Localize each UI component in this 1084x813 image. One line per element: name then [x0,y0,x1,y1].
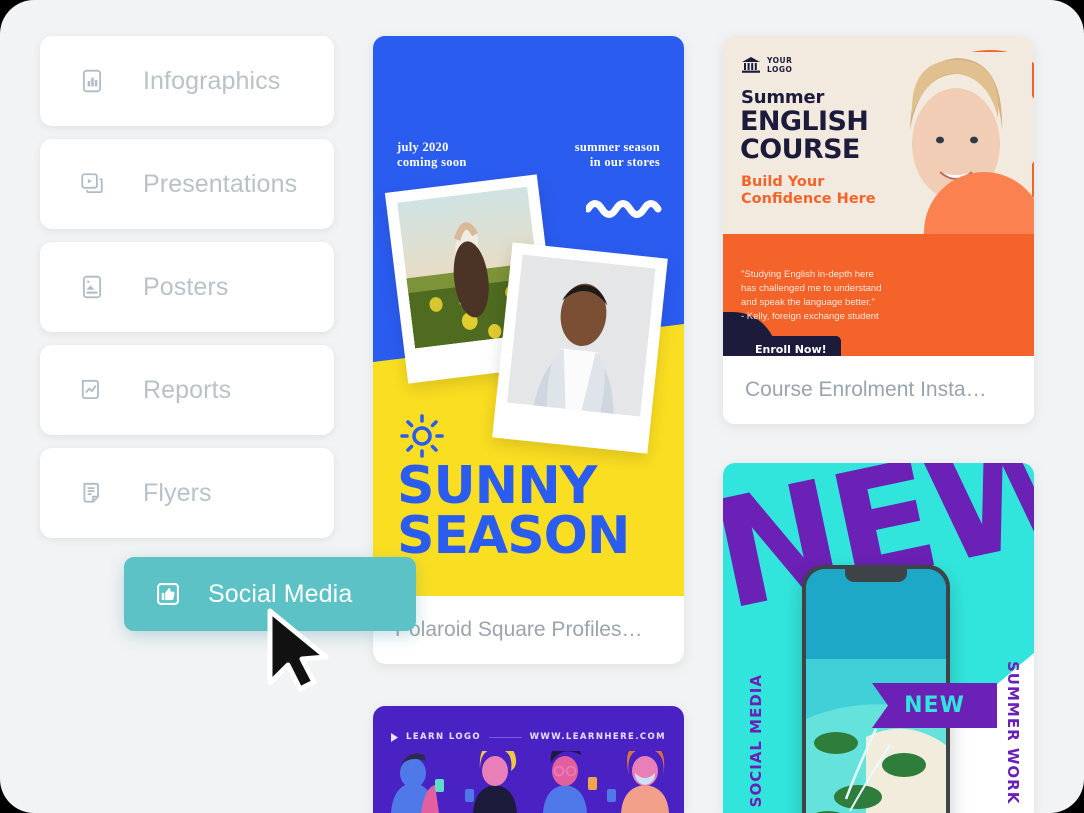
enroll-now-button[interactable]: Enroll Now! [741,336,841,356]
category-sidebar: Infographics Presentations Posters Repor… [40,36,334,551]
new-ribbon-label: NEW [904,693,965,718]
card-caption-text: Course Enrolment Insta… [745,378,987,401]
sidebar-item-presentations[interactable]: Presentations [40,139,334,229]
play-triangle-icon [391,732,398,742]
testimonial-line2: has challenged me to understand [741,283,882,294]
wave-squiggle-icon [586,200,662,218]
sunny-date-block: july 2020 coming soon [397,140,467,170]
sunny-title: SUNNY SEASON [397,456,630,566]
line-chart-icon [79,377,105,403]
brand-logo-line2: LOGO [767,65,793,74]
english-subtitle-line2: Confidence Here [741,191,876,207]
people-illustration [391,751,669,813]
sunny-store-block: summer season in our stores [575,140,660,170]
slides-stack-icon [79,171,105,197]
sidebar-item-label: Infographics [143,66,281,95]
sidebar-item-reports[interactable]: Reports [40,345,334,435]
new-summer-artwork: NEW NEW SOCIAL MEDIA SUMMER WORK [723,463,1034,813]
polaroid-photo-2 [492,242,668,454]
image-document-icon [79,274,105,300]
english-subtitle: Build Your Confidence Here [741,174,876,208]
sunny-date-line2: coming soon [397,155,467,169]
sidebar-item-infographics[interactable]: Infographics [40,36,334,126]
header-divider [488,736,522,738]
learn-header: LEARN LOGO WWW.LEARNHERE.COM [391,732,666,742]
testimonial-line3: and speak the language better." [741,297,875,308]
sidebar-item-label: Reports [143,375,232,404]
sunny-title-line1: SUNNY [397,456,597,516]
sun-icon [400,414,444,458]
sidebar-item-label: Posters [143,272,229,301]
bank-columns-icon [742,57,760,73]
sidebar-item-flyers[interactable]: Flyers [40,448,334,538]
vertical-social-media-label: SOCIAL MEDIA [747,673,765,807]
phone-notch [845,569,907,582]
learn-brand: LEARN LOGO [406,732,481,742]
sidebar-item-label: Social Media [208,579,353,608]
sidebar-item-label: Flyers [143,478,212,507]
english-title-line2: COURSE [740,134,860,165]
english-subtitle-line1: Build Your [741,174,825,190]
testimonial-attribution: - Kelly, foreign exchange student [741,311,879,322]
testimonial-line1: "Studying English in-depth here [741,269,874,280]
polaroid-photo-2-image [506,254,656,417]
sunny-artwork: july 2020 coming soon summer season in o… [373,36,684,664]
thumbs-up-icon [154,580,182,608]
brand-logo: YOUR LOGO [741,56,792,74]
card-caption-text: Polaroid Square Profiles… [395,618,643,641]
new-ribbon-badge: NEW [872,683,997,728]
bar-chart-document-icon [79,68,105,94]
sunny-date-line1: july 2020 [397,140,449,154]
vertical-summer-work-label: SUMMER WORK [1004,661,1022,805]
english-kicker: Summer [741,87,825,108]
learn-website: WWW.LEARNHERE.COM [529,732,666,742]
template-card-english-course[interactable]: YOUR LOGO Summer ENGLISH COURSE Build Yo… [723,36,1034,424]
card-caption: Polaroid Square Profiles… [373,596,684,664]
sunny-store-line1: summer season [574,140,660,154]
learn-artwork: LEARN LOGO WWW.LEARNHERE.COM [373,706,684,813]
english-artwork: YOUR LOGO Summer ENGLISH COURSE Build Yo… [723,36,1034,356]
sunny-store-line2: in our stores [589,155,660,169]
template-card-sunny-season[interactable]: july 2020 coming soon summer season in o… [373,36,684,664]
sunny-title-line2: SEASON [397,506,630,566]
app-canvas: Infographics Presentations Posters Repor… [0,0,1084,813]
english-testimonial: "Studying English in-depth here has chal… [741,268,926,324]
brand-logo-line1: YOUR [767,56,793,65]
sidebar-item-posters[interactable]: Posters [40,242,334,332]
text-document-icon [79,480,105,506]
english-title: ENGLISH COURSE [740,106,869,165]
template-card-new-summer[interactable]: NEW NEW SOCIAL MEDIA SUMMER WORK [723,463,1034,813]
card-caption: Course Enrolment Insta… [723,356,1034,424]
template-card-learn[interactable]: LEARN LOGO WWW.LEARNHERE.COM [373,706,684,813]
sunny-header-text: july 2020 coming soon summer season in o… [373,140,684,170]
mouse-cursor [262,607,332,693]
sidebar-item-label: Presentations [143,169,298,198]
english-title-line1: ENGLISH [740,106,869,137]
